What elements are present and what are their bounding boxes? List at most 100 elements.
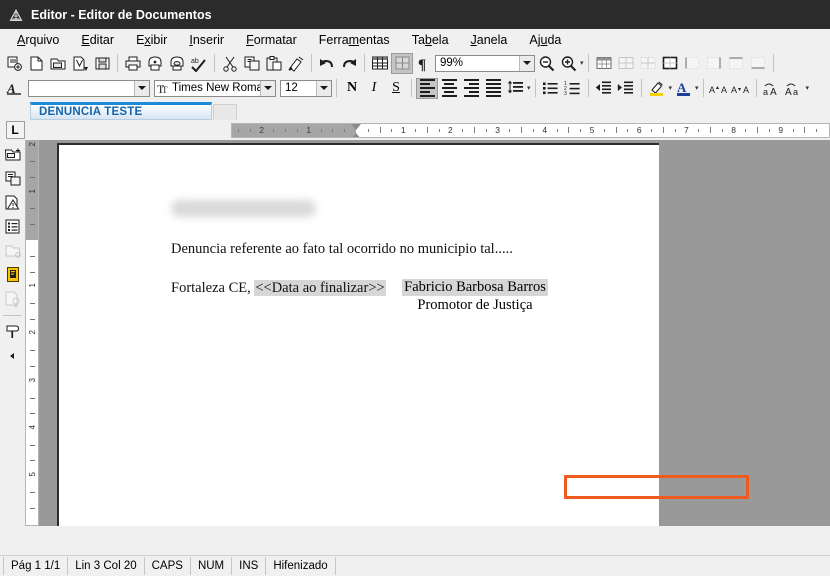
print-preview-icon[interactable] <box>144 53 166 74</box>
paragraph-style-dropdown-arrow[interactable] <box>134 80 149 96</box>
menu-tabela[interactable]: Tabela <box>401 31 460 49</box>
spellcheck-icon[interactable]: ab <box>188 53 210 74</box>
menu-inserir[interactable]: Inserir <box>178 31 235 49</box>
status-hyphenation[interactable]: Hifenizado <box>266 557 336 575</box>
format-brush-icon[interactable] <box>285 53 307 74</box>
font-size-value: 12 <box>285 82 298 94</box>
zoom-dropdown-arrow[interactable] <box>519 55 534 71</box>
menu-ferramentas[interactable]: Ferramentas <box>308 31 401 49</box>
toolbar-standard[interactable]: ab ¶ 99% ▾ <box>0 51 830 76</box>
zoom-in-icon[interactable] <box>557 53 579 74</box>
sidebar-item-denuncia-teste[interactable]: DENUNCIA TESTE <box>30 102 212 120</box>
uppercase-icon[interactable]: a A <box>761 78 783 99</box>
paragraph-style-combobox[interactable] <box>28 79 150 97</box>
line-spacing-dropdown-arrow[interactable]: ▾ <box>527 85 531 92</box>
table-grid-icon[interactable] <box>369 53 391 74</box>
bullet-list-icon[interactable] <box>540 78 562 99</box>
page-borders-icon[interactable] <box>391 52 413 74</box>
align-left-icon[interactable] <box>416 77 438 99</box>
date-merge-field[interactable]: <<Data ao finalizar>> <box>254 280 386 296</box>
duplicate-block-icon[interactable] <box>2 168 23 189</box>
menu-formatar[interactable]: Formatar <box>235 31 308 49</box>
lowercase-icon[interactable]: A a <box>783 78 805 99</box>
menu-janela[interactable]: Janela <box>460 31 519 49</box>
copy-icon[interactable] <box>241 53 263 74</box>
paste-icon[interactable] <box>263 53 285 74</box>
italic-button[interactable]: I <box>363 78 385 99</box>
font-name-dropdown-arrow[interactable] <box>260 80 275 96</box>
align-center-icon[interactable] <box>438 78 460 99</box>
document-page[interactable]: Denuncia referente ao fato tal ocorrido … <box>57 143 659 526</box>
blank-page-icon[interactable] <box>25 53 47 74</box>
formatting-overflow-arrow[interactable]: ▾ <box>806 85 810 92</box>
folder-block-icon[interactable] <box>2 240 23 261</box>
save-icon[interactable] <box>91 53 113 74</box>
font-color-dropdown-arrow[interactable]: ▾ <box>695 85 699 92</box>
border-all-icon[interactable] <box>659 53 681 74</box>
svg-text:A: A <box>770 87 777 96</box>
status-ins[interactable]: INS <box>232 557 267 575</box>
line-spacing-icon[interactable] <box>504 78 526 99</box>
zoom-out-icon[interactable] <box>535 53 557 74</box>
document-canvas[interactable]: Denuncia referente ao fato tal ocorrido … <box>39 140 830 526</box>
cut-icon[interactable] <box>219 53 241 74</box>
formatting-marks-icon[interactable]: ¶ <box>413 53 435 74</box>
stamp-icon[interactable] <box>2 321 23 342</box>
horizontal-ruler[interactable]: 2 1 1 2 3 4 5 6 7 8 9 <box>231 122 830 138</box>
increase-font-icon[interactable]: A ▴ A <box>708 78 730 99</box>
numbered-list-icon[interactable]: 123 <box>562 78 584 99</box>
font-size-combobox[interactable]: 12 <box>280 79 332 97</box>
zoom-combobox[interactable]: 99% <box>435 54 535 72</box>
border-top-icon[interactable] <box>725 53 747 74</box>
bold-button[interactable]: N <box>341 78 363 99</box>
align-justify-icon[interactable] <box>482 78 504 99</box>
undo-icon[interactable] <box>316 53 338 74</box>
tab-stop-label: L <box>11 123 19 137</box>
tab-stop-selector[interactable]: L <box>5 121 25 139</box>
list-block-icon[interactable] <box>2 216 23 237</box>
indent-marker[interactable] <box>351 123 361 137</box>
decrease-indent-icon[interactable] <box>593 78 615 99</box>
merge-cells-icon[interactable] <box>615 53 637 74</box>
font-color-icon[interactable]: A <box>672 78 694 99</box>
warning-block-icon[interactable] <box>2 192 23 213</box>
insert-field-icon[interactable] <box>2 144 23 165</box>
border-right-icon[interactable] <box>703 53 725 74</box>
new-tab-icon[interactable] <box>213 104 237 120</box>
menu-editar[interactable]: Editar <box>70 31 125 49</box>
open-folder-icon[interactable] <box>47 53 69 74</box>
align-right-icon[interactable] <box>460 78 482 99</box>
menu-bar[interactable]: Arquivo Editar Exibir Inserir Formatar F… <box>0 29 830 51</box>
new-document-icon[interactable] <box>3 53 25 74</box>
zoom-overflow-arrow[interactable]: ▾ <box>580 60 584 67</box>
table-properties-icon[interactable] <box>593 53 615 74</box>
print-icon[interactable] <box>122 53 144 74</box>
seal-icon[interactable] <box>2 288 23 309</box>
menu-ajuda[interactable]: Ajuda <box>518 31 572 49</box>
print-setup-icon[interactable] <box>166 53 188 74</box>
border-bottom-icon[interactable] <box>747 53 769 74</box>
highlight-color-icon[interactable] <box>646 78 668 99</box>
redo-icon[interactable] <box>338 53 360 74</box>
font-size-dropdown-arrow[interactable] <box>316 80 331 96</box>
collapse-panel-icon[interactable] <box>2 345 23 366</box>
underline-button[interactable]: S <box>385 78 407 99</box>
toolbar-formatting[interactable]: A T T Times New Roma 12 N I S ▾ 1 2 3 ▾ … <box>0 76 830 101</box>
ruler-tick <box>698 128 700 132</box>
font-name-combobox[interactable]: T T Times New Roma <box>154 79 276 97</box>
menu-arquivo[interactable]: Arquivo <box>6 31 70 49</box>
menu-exibir[interactable]: Exibir <box>125 31 178 49</box>
side-tool-panel[interactable] <box>0 140 25 526</box>
border-left-icon[interactable] <box>681 53 703 74</box>
signature-name-field[interactable]: Fabricio Barbosa Barros <box>402 279 548 296</box>
certificate-icon[interactable] <box>2 264 23 285</box>
open-recent-icon[interactable] <box>69 53 91 74</box>
status-caps[interactable]: CAPS <box>145 557 191 575</box>
vertical-ruler[interactable]: 2 1 1 2 3 4 5 <box>25 140 39 526</box>
increase-indent-icon[interactable] <box>615 78 637 99</box>
document-tab-strip[interactable]: DENUNCIA TESTE <box>0 101 830 120</box>
paragraph-style-icon[interactable]: A <box>3 78 25 99</box>
decrease-font-icon[interactable]: A ▾ A <box>730 78 752 99</box>
status-num[interactable]: NUM <box>191 557 233 575</box>
split-cells-icon[interactable] <box>637 53 659 74</box>
